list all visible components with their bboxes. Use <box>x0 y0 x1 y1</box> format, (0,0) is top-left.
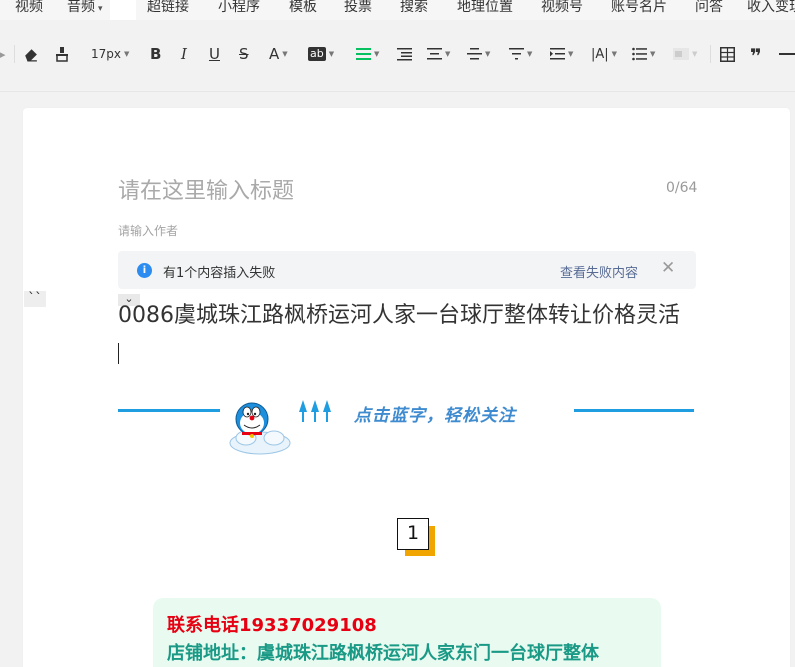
indent-icon[interactable] <box>397 44 412 64</box>
paragraph-spacing-icon[interactable]: ▼ <box>467 44 490 64</box>
menu-item-vote[interactable]: 投票 <box>344 0 372 16</box>
body-paragraph[interactable]: 0086虞城珠江路枫桥运河人家一台球厅整体转让价格灵活 <box>118 297 680 329</box>
eraser-icon[interactable] <box>22 44 39 64</box>
menu-item-channels[interactable]: 视频号 <box>541 0 583 16</box>
menu-item-mini-program[interactable]: 小程序 <box>218 0 260 16</box>
font-size-value: 17px <box>91 47 121 61</box>
italic-icon[interactable]: I <box>181 44 187 64</box>
dropdown-arrow-icon: ▼ <box>485 50 491 58</box>
menu-item-audio[interactable]: 音频 ▾ <box>67 0 103 16</box>
title-input[interactable]: 请在这里输入标题 <box>118 173 294 205</box>
align-icon[interactable]: ▼ <box>356 44 379 64</box>
follow-banner-text: 点击蓝字，轻松关注 <box>354 406 516 426</box>
dropdown-arrow-icon: ▼ <box>692 50 698 58</box>
insert-failed-notice: i 有1个内容插入失败 查看失败内容 ✕ <box>118 251 696 289</box>
toolbar-scroll-left-icon[interactable]: ▸ <box>0 44 6 64</box>
list-indent-icon[interactable]: ▼ <box>550 44 573 64</box>
close-icon[interactable]: ✕ <box>661 258 675 278</box>
menu-item-audio-label: 音频 <box>67 0 95 15</box>
menu-item-monetize[interactable]: 收入变现 <box>747 0 795 16</box>
toolbar-divider <box>14 45 15 63</box>
insert-menu-bar: 视频 音频 ▾ 超链接 小程序 模板 投票 搜索 地理位置 视频号 账号名片 问答… <box>0 0 795 20</box>
dropdown-arrow-icon: ▼ <box>328 50 335 58</box>
font-size-select[interactable]: 17px ▼ <box>91 44 129 64</box>
notice-message: 有1个内容插入失败 <box>163 266 276 281</box>
menu-item-account-card[interactable]: 账号名片 <box>611 0 667 16</box>
spacing-before-icon[interactable]: ▼ <box>509 44 532 64</box>
font-color-icon[interactable]: A ▼ <box>269 44 288 64</box>
author-input[interactable]: 请输入作者 <box>118 222 178 239</box>
disabled-format-icon: ▼ <box>673 44 697 64</box>
doraemon-icon <box>228 398 294 456</box>
dropdown-arrow-icon: ▼ <box>445 50 451 58</box>
menu-item-hyperlink[interactable]: 超链接 <box>147 0 189 16</box>
menu-item-qa[interactable]: 问答 <box>695 0 723 16</box>
underline-icon[interactable]: U <box>209 44 220 64</box>
quote-icon[interactable]: ❞ <box>750 44 762 68</box>
view-failed-content-link[interactable]: 查看失败内容 <box>560 262 638 281</box>
menu-item-template[interactable]: 模板 <box>289 0 317 16</box>
banner-line-right <box>574 409 694 412</box>
section-number-badge: 1 <box>397 518 429 550</box>
contact-address[interactable]: 店铺地址：虞城珠江路枫桥运河人家东门一台球厅整体 <box>167 639 599 665</box>
strikethrough-icon[interactable]: S <box>239 44 249 64</box>
format-painter-icon[interactable] <box>54 44 70 64</box>
text-cursor <box>118 343 119 364</box>
menu-item-location[interactable]: 地理位置 <box>457 0 513 16</box>
info-icon: i <box>137 263 152 278</box>
menu-item-active-tab[interactable] <box>110 0 136 20</box>
caret-down-icon: ▾ <box>98 4 103 14</box>
background-color-icon[interactable]: ab ▼ <box>308 44 334 64</box>
format-toolbar: ▸ 17px ▼ B I U S A ▼ ab ▼ ▼ ▼ ▼ ▼ ▼ |A| ▼ ▼ … <box>0 20 795 92</box>
dropdown-arrow-icon: ▼ <box>650 50 656 58</box>
divider-icon[interactable] <box>779 44 795 64</box>
title-char-count: 0/64 <box>666 180 698 196</box>
contact-phone[interactable]: 联系电话19337029108 <box>167 611 377 637</box>
list-icon[interactable]: ▼ <box>632 44 655 64</box>
banner-line-left <box>118 409 220 412</box>
table-icon[interactable] <box>720 44 735 64</box>
tree-icon <box>298 400 334 422</box>
dropdown-arrow-icon: ▼ <box>374 50 380 58</box>
menu-item-video[interactable]: 视频 <box>15 0 43 16</box>
line-height-icon[interactable]: ▼ <box>427 44 450 64</box>
dropdown-arrow-icon: ▼ <box>611 50 618 58</box>
dropdown-arrow-icon: ▼ <box>568 50 574 58</box>
stray-glyph: `` <box>24 291 46 307</box>
dropdown-arrow-icon: ▼ <box>527 50 533 58</box>
letter-spacing-icon[interactable]: |A| ▼ <box>591 44 617 64</box>
dropdown-arrow-icon: ▼ <box>124 50 130 58</box>
highlight-icon: ab <box>308 47 326 61</box>
bold-icon[interactable]: B <box>150 44 161 64</box>
toolbar-divider <box>710 45 711 63</box>
menu-item-search[interactable]: 搜索 <box>400 0 428 16</box>
dropdown-arrow-icon: ▼ <box>282 50 288 58</box>
